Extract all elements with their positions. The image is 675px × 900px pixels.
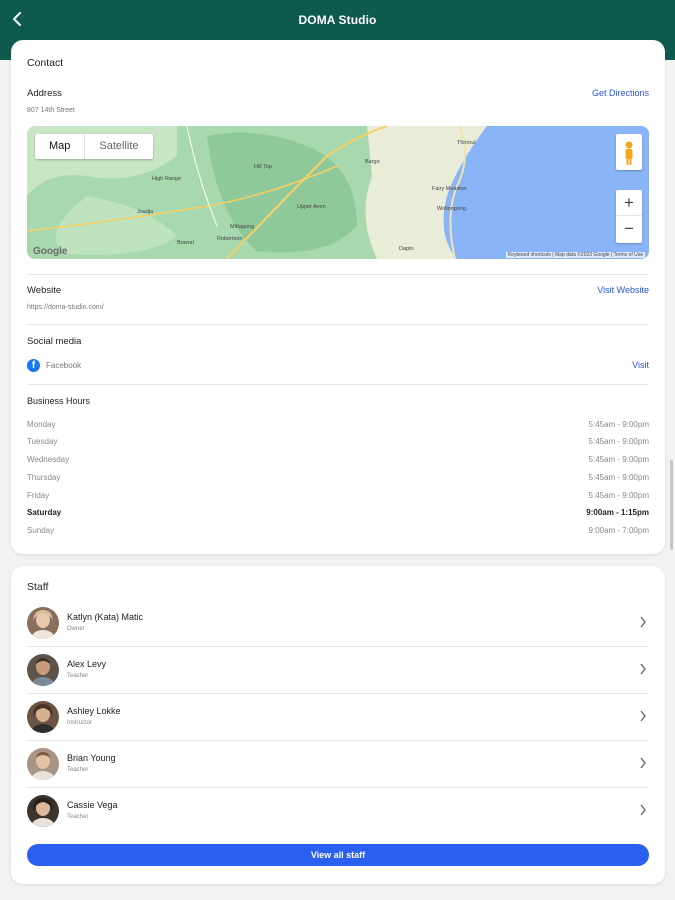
staff-role: Owner: [67, 626, 85, 632]
avatar: [27, 654, 59, 686]
avatar: [27, 795, 59, 827]
avatar: [27, 748, 59, 780]
google-logo: Google: [33, 246, 68, 257]
satellite-view-button[interactable]: Satellite: [85, 134, 152, 159]
map-label: Mittagong: [230, 224, 255, 230]
zoom-controls: + −: [616, 190, 642, 243]
visit-website-link[interactable]: Visit Website: [597, 285, 649, 295]
avatar: [27, 607, 59, 639]
staff-role: Instructor: [67, 720, 93, 726]
hours-value: 5:45am - 9:00pm: [588, 437, 649, 446]
contact-card: Contact Address 807 14th Street Get Dire…: [11, 40, 665, 554]
divider: [27, 384, 649, 385]
website-url: https://doma-studio.com/: [27, 304, 104, 311]
view-all-staff-button[interactable]: View all staff: [27, 844, 649, 866]
map-label: Robertson: [217, 236, 243, 242]
visit-facebook-link[interactable]: Visit: [632, 360, 649, 370]
street-view-button[interactable]: [616, 134, 642, 170]
hours-row-today: Saturday 9:00am - 1:15pm: [27, 508, 649, 522]
divider: [27, 274, 649, 275]
staff-card: Staff Katlyn (Kata) Matic Owner Alex Lev…: [11, 566, 665, 884]
hours-value: 9:00am - 7:00pm: [588, 526, 649, 535]
map-label: Hill Top: [254, 164, 272, 170]
staff-name: Alex Levy: [67, 659, 107, 669]
map-label: Wollongong: [437, 206, 466, 212]
staff-row[interactable]: Alex Levy Teacher: [27, 647, 649, 694]
map-label: Dapto: [399, 246, 414, 252]
chevron-right-icon: [640, 804, 646, 816]
staff-row[interactable]: Cassie Vega Teacher: [27, 788, 649, 835]
facebook-label: Facebook: [46, 361, 82, 370]
day-label: Monday: [27, 420, 56, 429]
map-label: Bargo: [365, 159, 380, 165]
day-label: Tuesday: [27, 437, 58, 446]
map-view-button[interactable]: Map: [35, 134, 86, 159]
day-label: Saturday: [27, 508, 62, 517]
hours-row: Friday 5:45am - 9:00pm: [27, 491, 649, 505]
zoom-out-button[interactable]: −: [616, 216, 642, 242]
address-label: Address: [27, 88, 62, 99]
business-hours-label: Business Hours: [27, 396, 91, 406]
map-label: Bowral: [177, 240, 194, 246]
hours-value: 5:45am - 9:00pm: [588, 420, 649, 429]
location-map[interactable]: High Range Joadja Hill Top Upper Avon Ba…: [27, 126, 649, 259]
chevron-right-icon: [640, 616, 646, 628]
hours-row: Monday 5:45am - 9:00pm: [27, 420, 649, 434]
chevron-right-icon: [640, 710, 646, 722]
map-label: Joadja: [137, 209, 154, 215]
facebook-icon: f: [27, 359, 40, 372]
hours-row: Tuesday 5:45am - 9:00pm: [27, 437, 649, 451]
map-label: Thirroul: [457, 140, 476, 146]
map-label: Upper Avon: [297, 204, 326, 210]
hours-value: 5:45am - 9:00pm: [588, 491, 649, 500]
map-label: Fairy Meadow: [432, 186, 467, 192]
hours-row: Thursday 5:45am - 9:00pm: [27, 473, 649, 487]
divider: [27, 324, 649, 325]
hours-value: 9:00am - 1:15pm: [586, 508, 649, 517]
staff-title: Staff: [27, 581, 49, 593]
scrollbar[interactable]: [670, 460, 673, 550]
staff-role: Teacher: [67, 767, 89, 773]
social-media-label: Social media: [27, 336, 82, 347]
zoom-in-button[interactable]: +: [616, 190, 642, 216]
pegman-icon: [625, 141, 633, 165]
chevron-right-icon: [640, 663, 646, 675]
staff-row[interactable]: Katlyn (Kata) Matic Owner: [27, 600, 649, 647]
staff-role: Teacher: [67, 673, 89, 679]
hours-row: Wednesday 5:45am - 9:00pm: [27, 455, 649, 469]
avatar: [27, 701, 59, 733]
map-attribution[interactable]: Keyboard shortcuts | Map data ©2023 Goog…: [505, 252, 645, 258]
staff-name: Ashley Lokke: [67, 706, 121, 716]
day-label: Sunday: [27, 526, 55, 535]
map-label: High Range: [152, 176, 182, 182]
staff-name: Brian Young: [67, 753, 116, 763]
hours-value: 5:45am - 9:00pm: [588, 455, 649, 464]
staff-row[interactable]: Ashley Lokke Instructor: [27, 694, 649, 741]
day-label: Friday: [27, 491, 50, 500]
address-value: 807 14th Street: [27, 107, 75, 114]
staff-role: Teacher: [67, 814, 89, 820]
contact-title: Contact: [27, 57, 64, 69]
map-type-toggle: Map Satellite: [35, 134, 153, 159]
staff-name: Katlyn (Kata) Matic: [67, 612, 144, 622]
day-label: Thursday: [27, 473, 61, 482]
get-directions-link[interactable]: Get Directions: [592, 88, 649, 98]
website-label: Website: [27, 285, 62, 296]
hours-value: 5:45am - 9:00pm: [588, 473, 649, 482]
page-title: DOMA Studio: [298, 13, 377, 27]
staff-name: Cassie Vega: [67, 800, 118, 810]
chevron-right-icon: [640, 757, 646, 769]
hours-row: Sunday 9:00am - 7:00pm: [27, 526, 649, 540]
day-label: Wednesday: [27, 455, 70, 464]
staff-row[interactable]: Brian Young Teacher: [27, 741, 649, 788]
